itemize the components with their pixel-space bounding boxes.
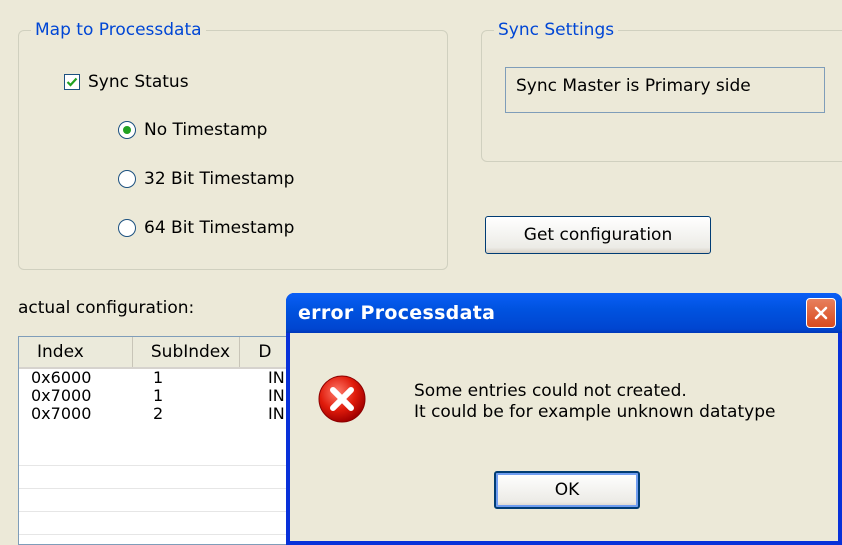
close-button[interactable] [806, 298, 836, 328]
dialog-titlebar[interactable]: error Processdata [286, 293, 842, 333]
radio-label: 32 Bit Timestamp [144, 169, 295, 189]
radio-button[interactable] [118, 219, 136, 237]
table-row[interactable]: 0x6000 1 IN [19, 369, 297, 387]
cell-subindex: 2 [153, 404, 164, 423]
dialog-message-line1: Some entries could not created. [414, 381, 687, 401]
radio-no-timestamp[interactable]: No Timestamp [118, 120, 267, 140]
dialog-message-line2: It could be for example unknown datatype [414, 402, 776, 422]
radio-label: No Timestamp [144, 120, 268, 140]
radio-64bit-timestamp[interactable]: 64 Bit Timestamp [118, 218, 294, 238]
cell-index: 0x7000 [31, 404, 92, 423]
cell-index: 0x6000 [31, 368, 92, 387]
checkbox-box[interactable] [64, 74, 80, 90]
ok-button[interactable]: OK [494, 471, 640, 509]
dialog-body: Some entries could not created. It could… [290, 333, 838, 541]
checkmark-icon [66, 77, 78, 87]
column-header-subindex[interactable]: SubIndex [133, 337, 241, 367]
dialog-message: Some entries could not created. It could… [414, 381, 775, 423]
cell-index: 0x7000 [31, 386, 92, 405]
table-row-empty [19, 466, 297, 489]
map-to-processdata-title: Map to Processdata [31, 19, 206, 41]
configuration-table[interactable]: Index SubIndex D 0x6000 1 IN 0x7000 1 IN… [18, 336, 298, 545]
table-header: Index SubIndex D [19, 337, 297, 369]
table-row[interactable]: 0x7000 2 IN [19, 405, 297, 423]
sync-status-label: Sync Status [88, 72, 189, 92]
actual-configuration-label: actual configuration: [18, 298, 195, 318]
sync-master-field: Sync Master is Primary side [505, 67, 825, 113]
column-header-index[interactable]: Index [19, 337, 133, 367]
sync-status-checkbox[interactable]: Sync Status [64, 72, 189, 92]
table-row[interactable]: 0x7000 1 IN [19, 387, 297, 405]
dialog-title: error Processdata [298, 302, 496, 324]
error-dialog: error Processdata Some entries could not… [286, 293, 842, 545]
radio-button-selected[interactable] [118, 121, 136, 139]
table-row-empty [19, 489, 297, 512]
radio-label: 64 Bit Timestamp [144, 218, 295, 238]
error-icon [318, 375, 366, 423]
table-row-empty [19, 443, 297, 466]
radio-button[interactable] [118, 170, 136, 188]
radio-32bit-timestamp[interactable]: 32 Bit Timestamp [118, 169, 294, 189]
close-icon [814, 306, 828, 320]
get-configuration-button[interactable]: Get configuration [485, 216, 711, 254]
cell-subindex: 1 [153, 368, 164, 387]
cell-subindex: 1 [153, 386, 164, 405]
table-row-empty [19, 512, 297, 535]
sync-settings-title: Sync Settings [494, 19, 619, 41]
